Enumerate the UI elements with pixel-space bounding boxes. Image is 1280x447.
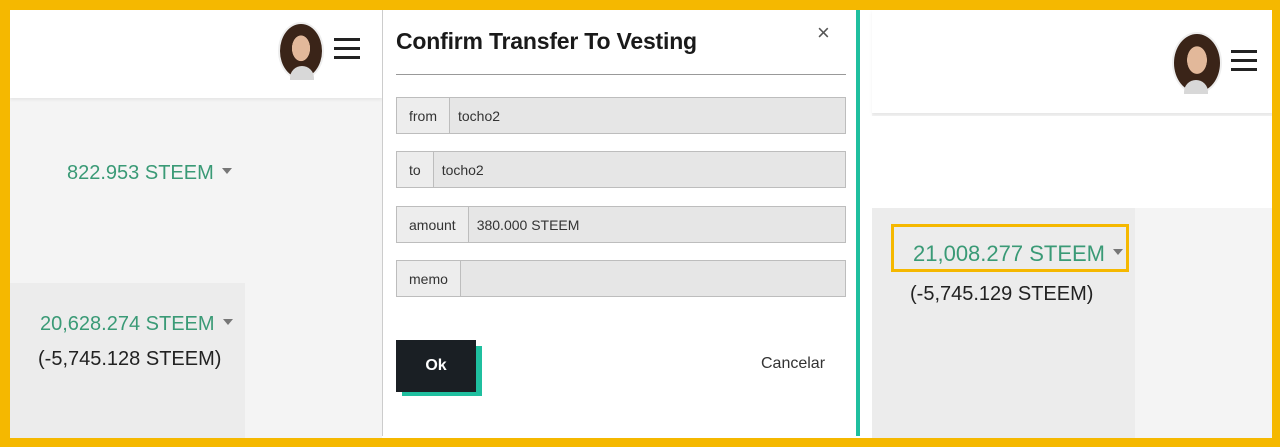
- dropdown-caret-icon: [221, 167, 232, 174]
- steem-power-value: 21,008.277 STEEM: [913, 241, 1106, 266]
- cancel-button[interactable]: Cancelar: [761, 355, 825, 373]
- steem-balance-value: 822.953 STEEM: [67, 162, 214, 184]
- close-icon[interactable]: ×: [817, 20, 830, 46]
- steem-balance[interactable]: 822.953 STEEM: [67, 162, 232, 185]
- left-wallet-panel: 822.953 STEEM 20,628.274 STEEM (-5,745.1…: [10, 10, 382, 438]
- from-field: from tocho2: [396, 97, 846, 134]
- steem-power-balance[interactable]: 21,008.277 STEEM: [913, 241, 1124, 267]
- hamburger-menu-icon[interactable]: [334, 38, 360, 60]
- confirm-transfer-modal: Confirm Transfer To Vesting × from tocho…: [382, 10, 860, 436]
- delegated-balance: (-5,745.129 STEEM): [910, 283, 1094, 305]
- ok-button[interactable]: Ok: [396, 340, 476, 392]
- right-spacer: [872, 116, 1272, 208]
- left-spacer: [245, 283, 382, 438]
- user-avatar[interactable]: [278, 22, 324, 80]
- delegated-balance: (-5,745.128 STEEM): [38, 348, 222, 370]
- dropdown-caret-icon: [1113, 249, 1124, 256]
- savings-block: 20,628.274 STEEM (-5,745.128 STEEM): [10, 283, 245, 438]
- modal-title: Confirm Transfer To Vesting: [396, 28, 697, 54]
- dropdown-caret-icon: [222, 318, 233, 325]
- user-avatar[interactable]: [1172, 32, 1222, 94]
- right-header: [872, 10, 1272, 113]
- steem-power-balance[interactable]: 20,628.274 STEEM: [40, 313, 233, 336]
- to-field: to tocho2: [396, 151, 846, 188]
- to-value: tocho2: [441, 161, 484, 178]
- memo-field: memo: [396, 260, 846, 297]
- modal-divider: [396, 74, 846, 75]
- to-label: to: [397, 152, 434, 187]
- amount-field: amount 380.000 STEEM: [396, 206, 846, 243]
- left-header: [10, 10, 382, 98]
- steem-power-value: 20,628.274 STEEM: [40, 313, 215, 335]
- from-label: from: [397, 98, 450, 133]
- memo-label: memo: [397, 261, 461, 296]
- amount-label: amount: [397, 207, 469, 242]
- amount-value: 380.000 STEEM: [476, 216, 580, 233]
- hamburger-menu-icon[interactable]: [1231, 50, 1257, 72]
- from-value: tocho2: [458, 107, 501, 124]
- right-wallet-panel: (-5,745.129 STEEM) 21,008.277 STEEM: [872, 10, 1272, 438]
